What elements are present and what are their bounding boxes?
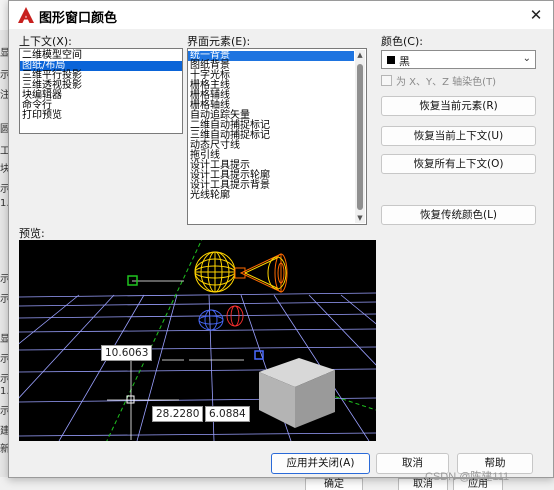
scroll-up-arrow-icon[interactable]: ▲: [355, 50, 365, 60]
scroll-thumb[interactable]: [357, 64, 363, 210]
yellow-sphere: [194, 251, 236, 293]
apply-and-close-button[interactable]: 应用并关闭(A): [271, 453, 370, 474]
elements-label: 界面元素(E):: [187, 35, 251, 48]
scroll-down-arrow-icon[interactable]: ▼: [355, 213, 365, 223]
color-value: 黑: [399, 55, 410, 68]
tint-axes-label: 为 X、Y、Z 轴染色(T): [396, 77, 497, 88]
title-bar: 图形窗口颜色 ✕: [9, 1, 553, 29]
color-select[interactable]: 黑 ⌄: [381, 50, 536, 69]
checkbox-box[interactable]: [381, 75, 392, 86]
color-label: 颜色(C):: [381, 35, 423, 48]
autocad-logo-icon: [18, 7, 34, 23]
color-swatch: [387, 56, 395, 64]
preview-label: 预览:: [19, 227, 45, 240]
dimension-input-distance: 10.6063: [101, 345, 153, 361]
context-item[interactable]: 打印预览: [20, 111, 182, 121]
spotlight-cone: [234, 253, 288, 293]
tint-axes-checkbox[interactable]: 为 X、Y、Z 轴染色(T): [381, 73, 496, 88]
element-item[interactable]: 光线轮廓: [188, 191, 354, 201]
restore-current-context-button[interactable]: 恢复当前上下文(U): [381, 126, 536, 146]
context-label: 上下文(X):: [19, 35, 72, 48]
dialog-title: 图形窗口颜色: [39, 11, 118, 26]
dimension-input-x: 28.2280: [152, 406, 204, 422]
elements-list: 统一背景 图纸背景 十字光标 栅格主线 栅格辅线 栅格轴线 自动追踪矢量 二维自…: [188, 49, 354, 201]
elements-listbox[interactable]: 统一背景 图纸背景 十字光标 栅格主线 栅格辅线 栅格轴线 自动追踪矢量 二维自…: [187, 48, 367, 225]
blue-wire-sphere: [198, 309, 224, 331]
preview-pane: 10.6063 28.2280 6.0884: [19, 240, 376, 441]
green-crosshair-marker: [127, 275, 184, 286]
elements-scrollbar[interactable]: ▲ ▼: [355, 50, 365, 223]
dimension-guides: [107, 350, 244, 440]
context-list: 二维模型空间 图纸/布局 三维平行投影 三维透视投影 块编辑器 命令行 打印预览: [20, 49, 182, 121]
restore-classic-colors-button[interactable]: 恢复传统颜色(L): [381, 205, 536, 225]
gray-cube: [259, 358, 335, 428]
restore-all-contexts-button[interactable]: 恢复所有上下文(O): [381, 154, 536, 174]
watermark: CSDN @陈建111: [425, 471, 510, 483]
dimension-input-y: 6.0884: [205, 406, 250, 422]
graphics-window-colors-dialog: 图形窗口颜色 ✕ 上下文(X): 二维模型空间 图纸/布局 三维平行投影 三维透…: [8, 0, 554, 478]
close-icon[interactable]: ✕: [523, 3, 549, 27]
chevron-down-icon: ⌄: [522, 53, 531, 64]
bg-ok-button[interactable]: 确定: [305, 478, 363, 490]
restore-current-element-button[interactable]: 恢复当前元素(R): [381, 96, 536, 116]
context-listbox[interactable]: 二维模型空间 图纸/布局 三维平行投影 三维透视投影 块编辑器 命令行 打印预览: [19, 48, 183, 134]
